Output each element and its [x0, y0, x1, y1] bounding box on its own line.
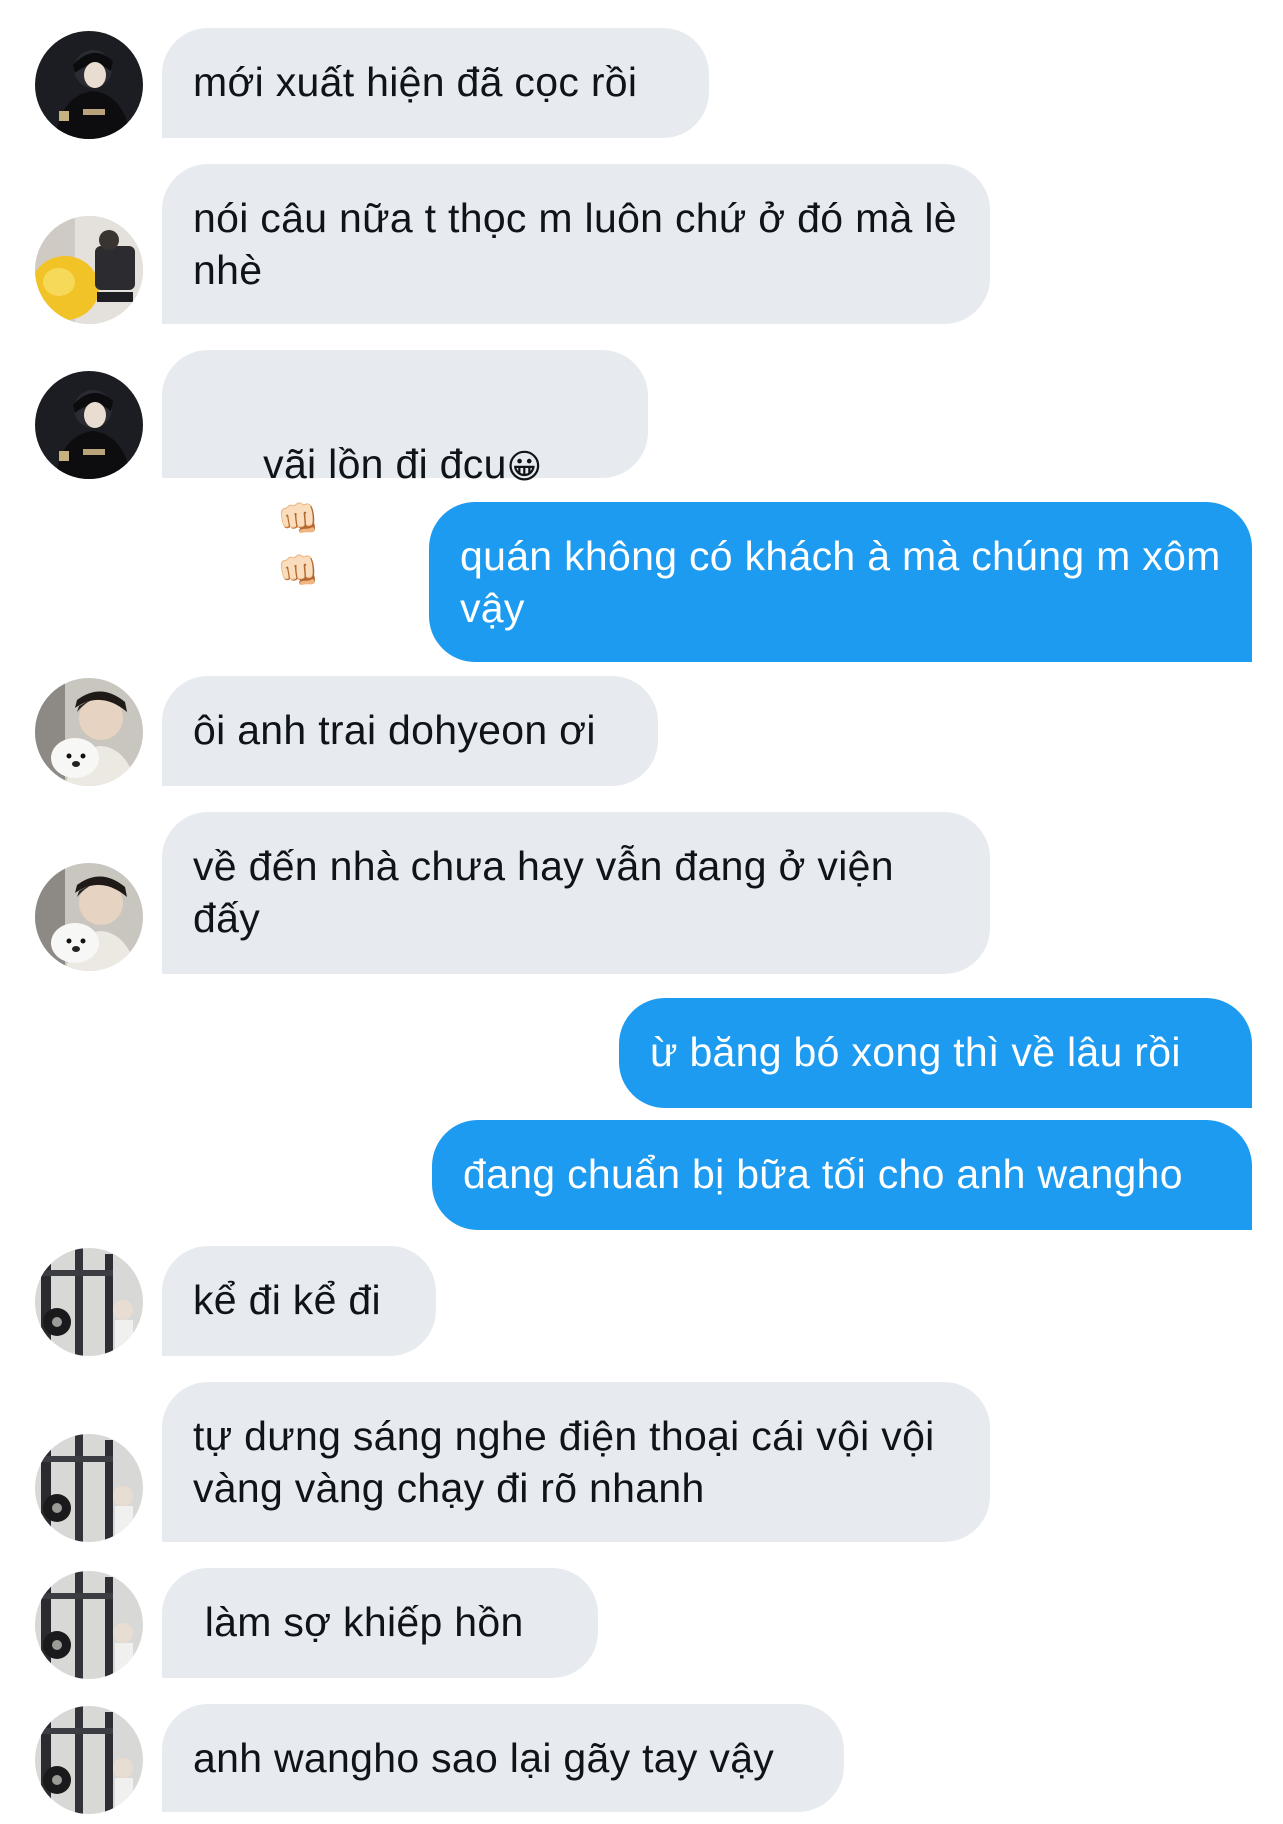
- message-row: anh wangho sao lại gãy tay vậy: [0, 0, 1283, 1824]
- incoming-message-bubble[interactable]: anh wangho sao lại gãy tay vậy: [162, 1704, 844, 1812]
- message-text: anh wangho sao lại gãy tay vậy: [193, 1735, 775, 1781]
- user-avatar[interactable]: [35, 1706, 143, 1814]
- avatar-photo-icon: [35, 1706, 143, 1814]
